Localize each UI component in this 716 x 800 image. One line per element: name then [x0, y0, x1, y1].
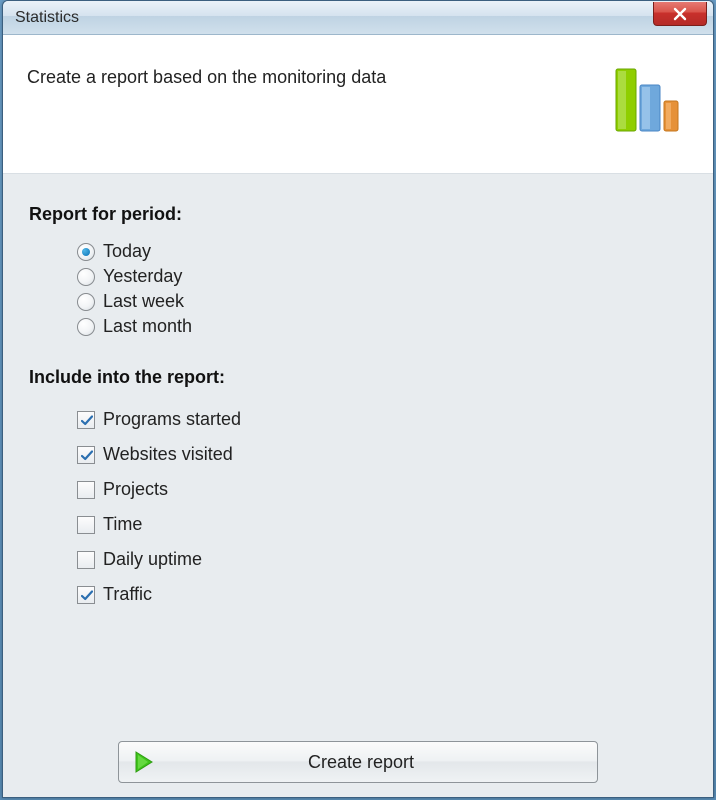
period-heading: Report for period:	[29, 204, 687, 225]
check-projects[interactable]: Projects	[77, 472, 687, 507]
radio-icon	[77, 293, 95, 311]
checkbox-label: Websites visited	[103, 444, 233, 465]
period-options: Today Yesterday Last week Last month	[77, 239, 687, 339]
radio-icon	[77, 243, 95, 261]
include-options: Programs started Websites visited Projec…	[77, 402, 687, 612]
checkbox-icon	[77, 551, 95, 569]
header-text: Create a report based on the monitoring …	[27, 63, 386, 88]
checkbox-icon	[77, 516, 95, 534]
check-programs-started[interactable]: Programs started	[77, 402, 687, 437]
checkbox-icon	[77, 446, 95, 464]
checkbox-label: Traffic	[103, 584, 152, 605]
create-report-button[interactable]: Create report	[118, 741, 598, 783]
window-title: Statistics	[15, 9, 79, 27]
radio-last-week[interactable]: Last week	[77, 289, 687, 314]
close-icon	[672, 7, 688, 21]
checkbox-label: Projects	[103, 479, 168, 500]
content-area: Create a report based on the monitoring …	[3, 35, 713, 797]
close-button[interactable]	[653, 2, 707, 26]
checkbox-label: Daily uptime	[103, 549, 202, 570]
titlebar: Statistics	[3, 1, 713, 35]
radio-icon	[77, 268, 95, 286]
radio-today[interactable]: Today	[77, 239, 687, 264]
checkbox-label: Programs started	[103, 409, 241, 430]
checkbox-icon	[77, 586, 95, 604]
check-websites-visited[interactable]: Websites visited	[77, 437, 687, 472]
bar-chart-icon	[611, 63, 683, 139]
checkbox-icon	[77, 411, 95, 429]
radio-label: Today	[103, 241, 151, 262]
check-daily-uptime[interactable]: Daily uptime	[77, 542, 687, 577]
header-block: Create a report based on the monitoring …	[3, 35, 713, 174]
radio-icon	[77, 318, 95, 336]
radio-label: Yesterday	[103, 266, 182, 287]
check-time[interactable]: Time	[77, 507, 687, 542]
body-block: Report for period: Today Yesterday Last …	[3, 174, 713, 797]
radio-label: Last month	[103, 316, 192, 337]
radio-last-month[interactable]: Last month	[77, 314, 687, 339]
check-traffic[interactable]: Traffic	[77, 577, 687, 612]
statistics-window: Statistics Create a report based on the …	[2, 0, 714, 798]
include-heading: Include into the report:	[29, 367, 687, 388]
radio-label: Last week	[103, 291, 184, 312]
checkbox-icon	[77, 481, 95, 499]
checkbox-label: Time	[103, 514, 142, 535]
radio-yesterday[interactable]: Yesterday	[77, 264, 687, 289]
play-icon	[133, 750, 155, 774]
create-report-label: Create report	[155, 752, 597, 773]
